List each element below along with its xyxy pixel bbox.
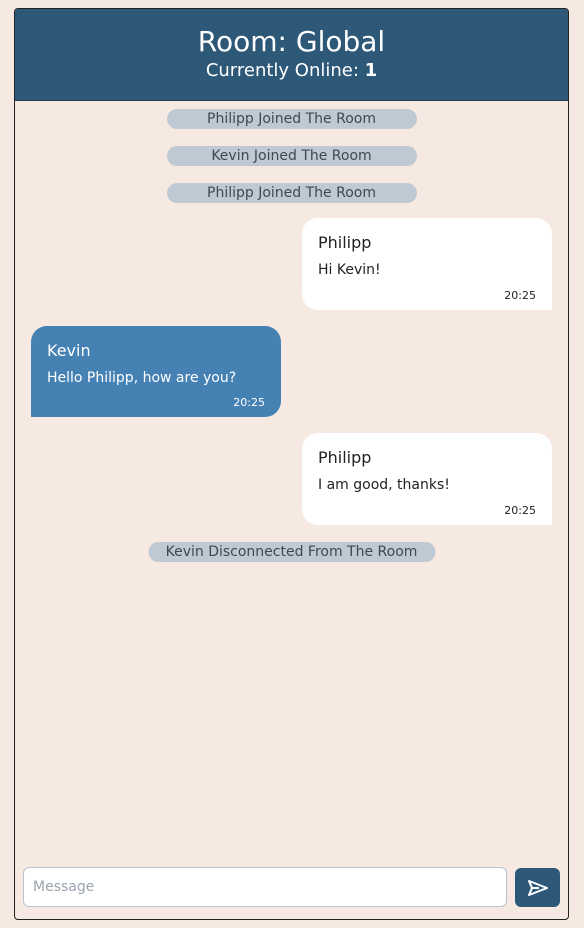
chat-window: Room: Global Currently Online: 1 Philipp…: [14, 8, 569, 920]
message-text: I am good, thanks!: [318, 477, 450, 493]
message-input[interactable]: [23, 867, 507, 907]
message-sender: Philipp: [318, 233, 372, 252]
message-bubble-other: Kevin Hello Philipp, how are you? 20:25: [31, 326, 281, 417]
message-bubble-own: Philipp I am good, thanks! 20:25: [302, 433, 552, 525]
message-sender: Kevin: [47, 341, 91, 360]
message-time: 20:25: [504, 504, 536, 517]
system-message: Kevin Disconnected From The Room: [148, 542, 435, 562]
message-list: Philipp Joined The Room Kevin Joined The…: [15, 101, 568, 861]
online-status: Currently Online: 1: [15, 59, 568, 83]
online-label: Currently Online:: [205, 60, 365, 81]
room-title: Room: Global: [197, 25, 386, 58]
system-message: Kevin Joined The Room: [166, 146, 417, 166]
message-sender: Philipp: [318, 448, 372, 467]
message-time: 20:25: [504, 289, 536, 302]
message-bubble-own: Philipp Hi Kevin! 20:25: [302, 218, 552, 310]
message-text: Hello Philipp, how are you?: [47, 370, 237, 386]
room-header: Room: Global Currently Online: 1: [15, 9, 568, 101]
online-count: 1: [364, 60, 378, 81]
system-message: Philipp Joined The Room: [166, 183, 417, 203]
send-icon: [527, 879, 548, 896]
system-message: Philipp Joined The Room: [166, 109, 417, 129]
send-button[interactable]: [515, 868, 560, 907]
message-composer: [15, 861, 568, 919]
message-time: 20:25: [233, 396, 265, 409]
message-text: Hi Kevin!: [318, 262, 381, 278]
